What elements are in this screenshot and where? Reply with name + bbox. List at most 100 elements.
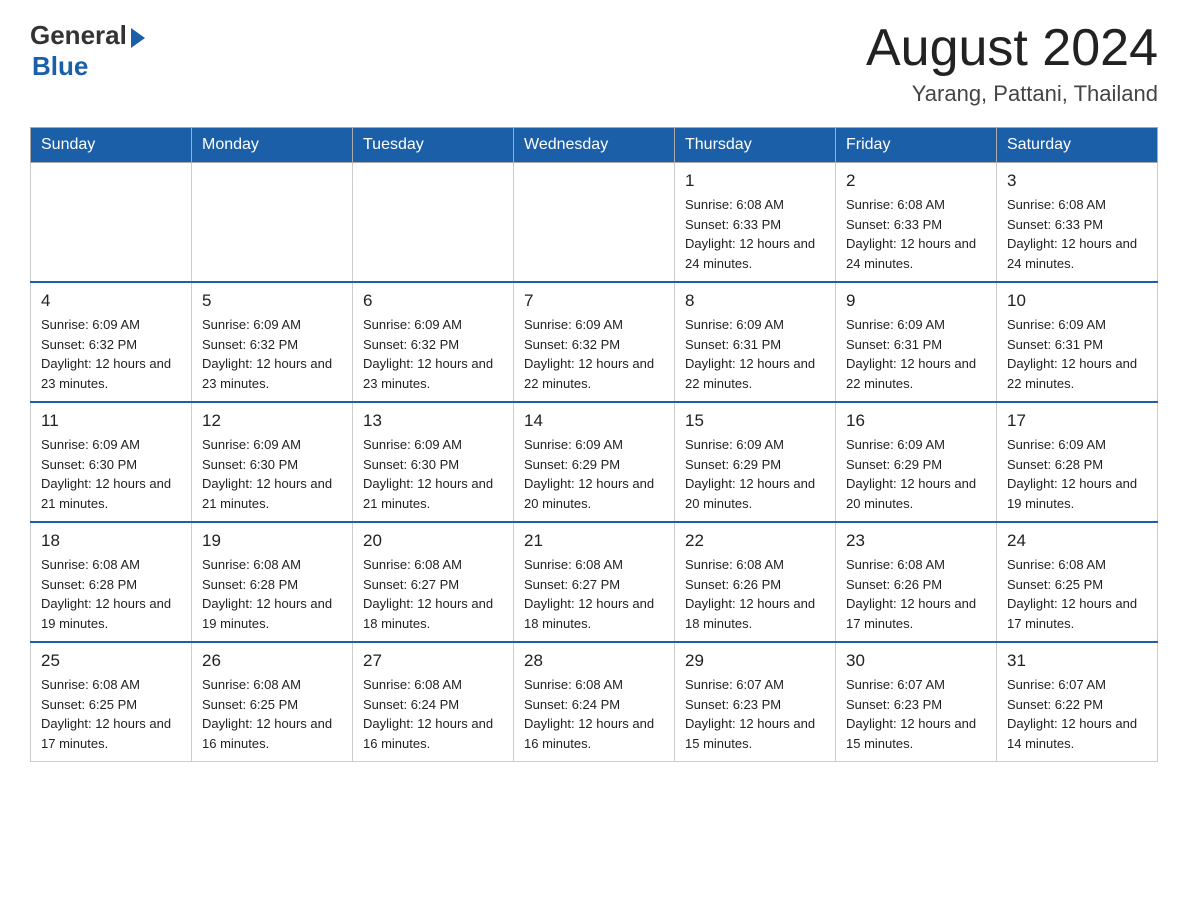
day-number: 14 <box>524 411 664 431</box>
day-number: 24 <box>1007 531 1147 551</box>
calendar-day-cell: 23 Sunrise: 6:08 AMSunset: 6:26 PMDayligh… <box>836 522 997 642</box>
location-title: Yarang, Pattani, Thailand <box>866 81 1158 107</box>
day-number: 6 <box>363 291 503 311</box>
calendar-day-cell: 1 Sunrise: 6:08 AMSunset: 6:33 PMDaylight… <box>675 163 836 283</box>
calendar-day-cell: 14 Sunrise: 6:09 AMSunset: 6:29 PMDayligh… <box>514 402 675 522</box>
day-info: Sunrise: 6:08 AMSunset: 6:24 PMDaylight:… <box>524 675 664 753</box>
day-number: 22 <box>685 531 825 551</box>
day-info: Sunrise: 6:08 AMSunset: 6:26 PMDaylight:… <box>685 555 825 633</box>
calendar-day-cell: 17 Sunrise: 6:09 AMSunset: 6:28 PMDayligh… <box>997 402 1158 522</box>
calendar-header-row: SundayMondayTuesdayWednesdayThursdayFrid… <box>31 128 1158 163</box>
day-info: Sunrise: 6:09 AMSunset: 6:30 PMDaylight:… <box>363 435 503 513</box>
day-info: Sunrise: 6:09 AMSunset: 6:29 PMDaylight:… <box>524 435 664 513</box>
calendar-day-cell: 20 Sunrise: 6:08 AMSunset: 6:27 PMDayligh… <box>353 522 514 642</box>
logo: General Blue <box>30 20 145 82</box>
day-number: 21 <box>524 531 664 551</box>
day-number: 17 <box>1007 411 1147 431</box>
day-number: 30 <box>846 651 986 671</box>
day-info: Sunrise: 6:09 AMSunset: 6:31 PMDaylight:… <box>846 315 986 393</box>
calendar-day-cell: 26Sunrise: 6:08 AMSunset: 6:25 PMDayligh… <box>192 642 353 762</box>
calendar-day-cell <box>353 163 514 283</box>
day-info: Sunrise: 6:08 AMSunset: 6:27 PMDaylight:… <box>524 555 664 633</box>
day-info: Sunrise: 6:08 AMSunset: 6:28 PMDaylight:… <box>202 555 342 633</box>
calendar-week-row: 11 Sunrise: 6:09 AMSunset: 6:30 PMDayligh… <box>31 402 1158 522</box>
calendar-day-cell: 13 Sunrise: 6:09 AMSunset: 6:30 PMDayligh… <box>353 402 514 522</box>
calendar-day-cell: 11 Sunrise: 6:09 AMSunset: 6:30 PMDayligh… <box>31 402 192 522</box>
calendar-day-cell: 22 Sunrise: 6:08 AMSunset: 6:26 PMDayligh… <box>675 522 836 642</box>
day-number: 18 <box>41 531 181 551</box>
day-info: Sunrise: 6:07 AMSunset: 6:23 PMDaylight:… <box>685 675 825 753</box>
day-number: 16 <box>846 411 986 431</box>
day-info: Sunrise: 6:09 AMSunset: 6:29 PMDaylight:… <box>846 435 986 513</box>
day-info: Sunrise: 6:09 AMSunset: 6:28 PMDaylight:… <box>1007 435 1147 513</box>
calendar-day-cell: 10Sunrise: 6:09 AMSunset: 6:31 PMDayligh… <box>997 282 1158 402</box>
day-number: 5 <box>202 291 342 311</box>
day-number: 4 <box>41 291 181 311</box>
calendar-day-cell: 31 Sunrise: 6:07 AMSunset: 6:22 PMDayligh… <box>997 642 1158 762</box>
day-info: Sunrise: 6:09 AMSunset: 6:32 PMDaylight:… <box>202 315 342 393</box>
calendar-day-cell: 2 Sunrise: 6:08 AMSunset: 6:33 PMDaylight… <box>836 163 997 283</box>
day-number: 7 <box>524 291 664 311</box>
calendar-day-cell: 3 Sunrise: 6:08 AMSunset: 6:33 PMDaylight… <box>997 163 1158 283</box>
day-number: 20 <box>363 531 503 551</box>
day-info: Sunrise: 6:09 AMSunset: 6:29 PMDaylight:… <box>685 435 825 513</box>
calendar-day-cell <box>192 163 353 283</box>
day-info: Sunrise: 6:09 AMSunset: 6:30 PMDaylight:… <box>202 435 342 513</box>
calendar-week-row: 4 Sunrise: 6:09 AMSunset: 6:32 PMDaylight… <box>31 282 1158 402</box>
day-number: 1 <box>685 171 825 191</box>
calendar-week-row: 25Sunrise: 6:08 AMSunset: 6:25 PMDayligh… <box>31 642 1158 762</box>
day-number: 29 <box>685 651 825 671</box>
calendar-day-cell: 4Sunrise: 6:09 AMSunset: 6:32 PMDaylight… <box>31 282 192 402</box>
calendar-table: SundayMondayTuesdayWednesdayThursdayFrid… <box>30 127 1158 762</box>
day-number: 11 <box>41 411 181 431</box>
calendar-day-cell: 6 Sunrise: 6:09 AMSunset: 6:32 PMDaylight… <box>353 282 514 402</box>
day-of-week-header: Wednesday <box>514 128 675 163</box>
calendar-day-cell: 25Sunrise: 6:08 AMSunset: 6:25 PMDayligh… <box>31 642 192 762</box>
calendar-day-cell: 24Sunrise: 6:08 AMSunset: 6:25 PMDayligh… <box>997 522 1158 642</box>
day-number: 12 <box>202 411 342 431</box>
calendar-day-cell: 21 Sunrise: 6:08 AMSunset: 6:27 PMDayligh… <box>514 522 675 642</box>
day-info: Sunrise: 6:07 AMSunset: 6:22 PMDaylight:… <box>1007 675 1147 753</box>
calendar-day-cell: 8Sunrise: 6:09 AMSunset: 6:31 PMDaylight… <box>675 282 836 402</box>
day-info: Sunrise: 6:08 AMSunset: 6:28 PMDaylight:… <box>41 555 181 633</box>
day-info: Sunrise: 6:08 AMSunset: 6:33 PMDaylight:… <box>1007 195 1147 273</box>
calendar-day-cell: 28 Sunrise: 6:08 AMSunset: 6:24 PMDayligh… <box>514 642 675 762</box>
day-number: 31 <box>1007 651 1147 671</box>
calendar-day-cell: 16 Sunrise: 6:09 AMSunset: 6:29 PMDayligh… <box>836 402 997 522</box>
day-number: 25 <box>41 651 181 671</box>
calendar-day-cell <box>514 163 675 283</box>
day-info: Sunrise: 6:07 AMSunset: 6:23 PMDaylight:… <box>846 675 986 753</box>
day-number: 26 <box>202 651 342 671</box>
month-title: August 2024 <box>866 20 1158 77</box>
logo-blue-text: Blue <box>32 51 88 82</box>
day-info: Sunrise: 6:09 AMSunset: 6:32 PMDaylight:… <box>363 315 503 393</box>
logo-general-text: General <box>30 20 127 51</box>
day-of-week-header: Tuesday <box>353 128 514 163</box>
page-header: General Blue August 2024 Yarang, Pattani… <box>30 20 1158 107</box>
day-info: Sunrise: 6:08 AMSunset: 6:27 PMDaylight:… <box>363 555 503 633</box>
day-info: Sunrise: 6:08 AMSunset: 6:26 PMDaylight:… <box>846 555 986 633</box>
day-number: 27 <box>363 651 503 671</box>
day-info: Sunrise: 6:08 AMSunset: 6:33 PMDaylight:… <box>846 195 986 273</box>
day-number: 19 <box>202 531 342 551</box>
calendar-day-cell: 30 Sunrise: 6:07 AMSunset: 6:23 PMDayligh… <box>836 642 997 762</box>
day-of-week-header: Saturday <box>997 128 1158 163</box>
calendar-day-cell: 29 Sunrise: 6:07 AMSunset: 6:23 PMDayligh… <box>675 642 836 762</box>
calendar-day-cell: 18 Sunrise: 6:08 AMSunset: 6:28 PMDayligh… <box>31 522 192 642</box>
day-number: 9 <box>846 291 986 311</box>
day-of-week-header: Thursday <box>675 128 836 163</box>
day-number: 8 <box>685 291 825 311</box>
day-number: 13 <box>363 411 503 431</box>
day-number: 15 <box>685 411 825 431</box>
day-number: 23 <box>846 531 986 551</box>
day-info: Sunrise: 6:09 AMSunset: 6:30 PMDaylight:… <box>41 435 181 513</box>
day-number: 28 <box>524 651 664 671</box>
day-number: 3 <box>1007 171 1147 191</box>
calendar-day-cell <box>31 163 192 283</box>
day-info: Sunrise: 6:08 AMSunset: 6:33 PMDaylight:… <box>685 195 825 273</box>
day-of-week-header: Sunday <box>31 128 192 163</box>
day-number: 2 <box>846 171 986 191</box>
day-info: Sunrise: 6:09 AMSunset: 6:32 PMDaylight:… <box>524 315 664 393</box>
day-info: Sunrise: 6:09 AMSunset: 6:31 PMDaylight:… <box>1007 315 1147 393</box>
title-section: August 2024 Yarang, Pattani, Thailand <box>866 20 1158 107</box>
